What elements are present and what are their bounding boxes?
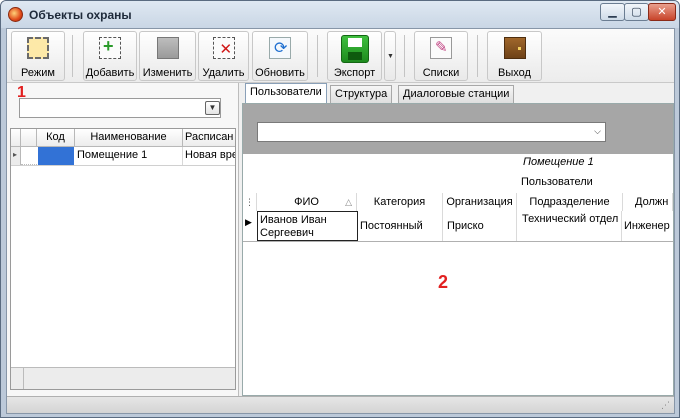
column-header-category[interactable]: Категория [357,193,443,211]
column-header-fio[interactable]: ФИО △ [257,193,357,211]
users-tab-content: ⌵ Помещение 1 Пользователи ⋮ ФИО △ Катег… [242,103,674,396]
row-indicator: ▸ [11,147,21,165]
cell-schedule[interactable]: Новая вре [183,147,235,165]
save-disk-icon [340,35,369,63]
export-button[interactable]: Экспорт [327,31,382,81]
maximize-button[interactable]: ▢ [624,3,649,21]
column-header-code[interactable]: Код [37,129,75,147]
refresh-button[interactable]: Обновить [252,31,308,81]
objects-filter-combo[interactable]: ▼ [19,98,221,118]
column-header-schedule[interactable]: Расписан [183,129,235,147]
cell-fio[interactable]: Иванов Иван Сергеевич [257,211,358,241]
tab-strip: Пользователи Структура Диалоговые станци… [242,83,674,104]
delete-button[interactable]: Удалить [198,31,249,81]
exit-button[interactable]: Выход [487,31,542,81]
footer-divider [23,368,24,389]
toolbar-separator [72,35,73,77]
title-bar: Объекты охраны ▁ ▢ ✕ [1,1,679,28]
toolbar-separator [477,35,478,77]
refresh-icon [269,37,291,59]
add-button[interactable]: Добавить [83,31,137,81]
mode-icon [27,37,49,59]
minimize-button[interactable]: ▁ [600,3,625,21]
sort-asc-icon: △ [345,197,352,207]
row-arrow-icon: ▸ [13,150,18,159]
toolbar-separator [404,35,405,77]
cell-category[interactable]: Постоянный [359,211,443,241]
delete-icon [212,37,235,59]
tab-dialog-stations[interactable]: Диалоговые станции [398,85,515,103]
cell-position[interactable]: Инженер [623,211,673,241]
app-logo-icon [8,7,23,22]
status-bar: ⋰ [7,396,674,413]
cell-code[interactable] [38,147,74,165]
app-window: Объекты охраны ▁ ▢ ✕ Режим Добавить Изме… [0,0,680,418]
group-subcaption: Пользователи [521,176,593,188]
export-dropdown-button[interactable]: ▼ [384,31,396,81]
mode-label: Режим [21,67,55,79]
close-button[interactable]: ✕ [648,3,676,21]
edit-icon [156,37,179,59]
column-header-department[interactable]: Подразделение [517,193,623,211]
edit-label: Изменить [142,67,193,79]
details-panel: Пользователи Структура Диалоговые станци… [242,83,674,396]
row-divider [11,165,235,166]
row-divider [243,241,673,242]
exit-label: Выход [498,67,531,79]
column-chooser-icon[interactable]: ⋮ [243,193,257,211]
group-caption: Помещение 1 [523,156,594,168]
annotation-number: 2 [438,272,449,292]
toolbar-separator [317,35,318,77]
lists-icon [430,37,452,59]
mode-button[interactable]: Режим [11,31,65,81]
add-label: Добавить [85,67,135,79]
cell-organization[interactable]: Приско [443,211,517,241]
objects-grid: Код Наименование Расписан ▸ Помещение 1 … [10,128,236,390]
chevron-down-icon: ▼ [387,53,394,60]
column-header-fio-label: ФИО [294,196,319,208]
tree-line [21,147,37,165]
refresh-label: Обновить [255,67,305,79]
cell-name[interactable]: Помещение 1 [75,147,183,165]
column-header-position[interactable]: Должн [623,193,673,211]
chevron-down-icon[interactable]: ⌵ [594,126,601,137]
lists-button[interactable]: Списки [414,31,468,81]
toolbar: Режим Добавить Изменить Удалить Обновить [7,29,674,83]
edit-button[interactable]: Изменить [139,31,196,81]
grid-corner [11,129,21,147]
grid-footer [11,367,235,389]
group-combo[interactable]: ⌵ [257,122,606,142]
column-header-name[interactable]: Наименование [75,129,183,147]
grid-expand-header [21,129,37,147]
tab-structure[interactable]: Структура [330,85,393,103]
door-icon [503,37,526,59]
column-header-organization[interactable]: Организация [443,193,517,211]
group-filter-bar: ⌵ [243,104,673,154]
tab-users[interactable]: Пользователи [245,83,327,104]
delete-label: Удалить [202,67,245,79]
add-icon [99,36,121,59]
objects-panel: 1 ▼ Код Наименование Расписан ▸ Помещени… [7,83,239,396]
cell-department[interactable]: Технический отдел [518,211,622,241]
chevron-down-icon[interactable]: ▼ [205,101,220,115]
resize-grip-icon[interactable]: ⋰ [661,400,671,410]
export-label: Экспорт [333,67,376,79]
lists-label: Списки [422,67,460,79]
window-title: Объекты охраны [29,8,132,22]
client-area: Режим Добавить Изменить Удалить Обновить [6,28,675,414]
